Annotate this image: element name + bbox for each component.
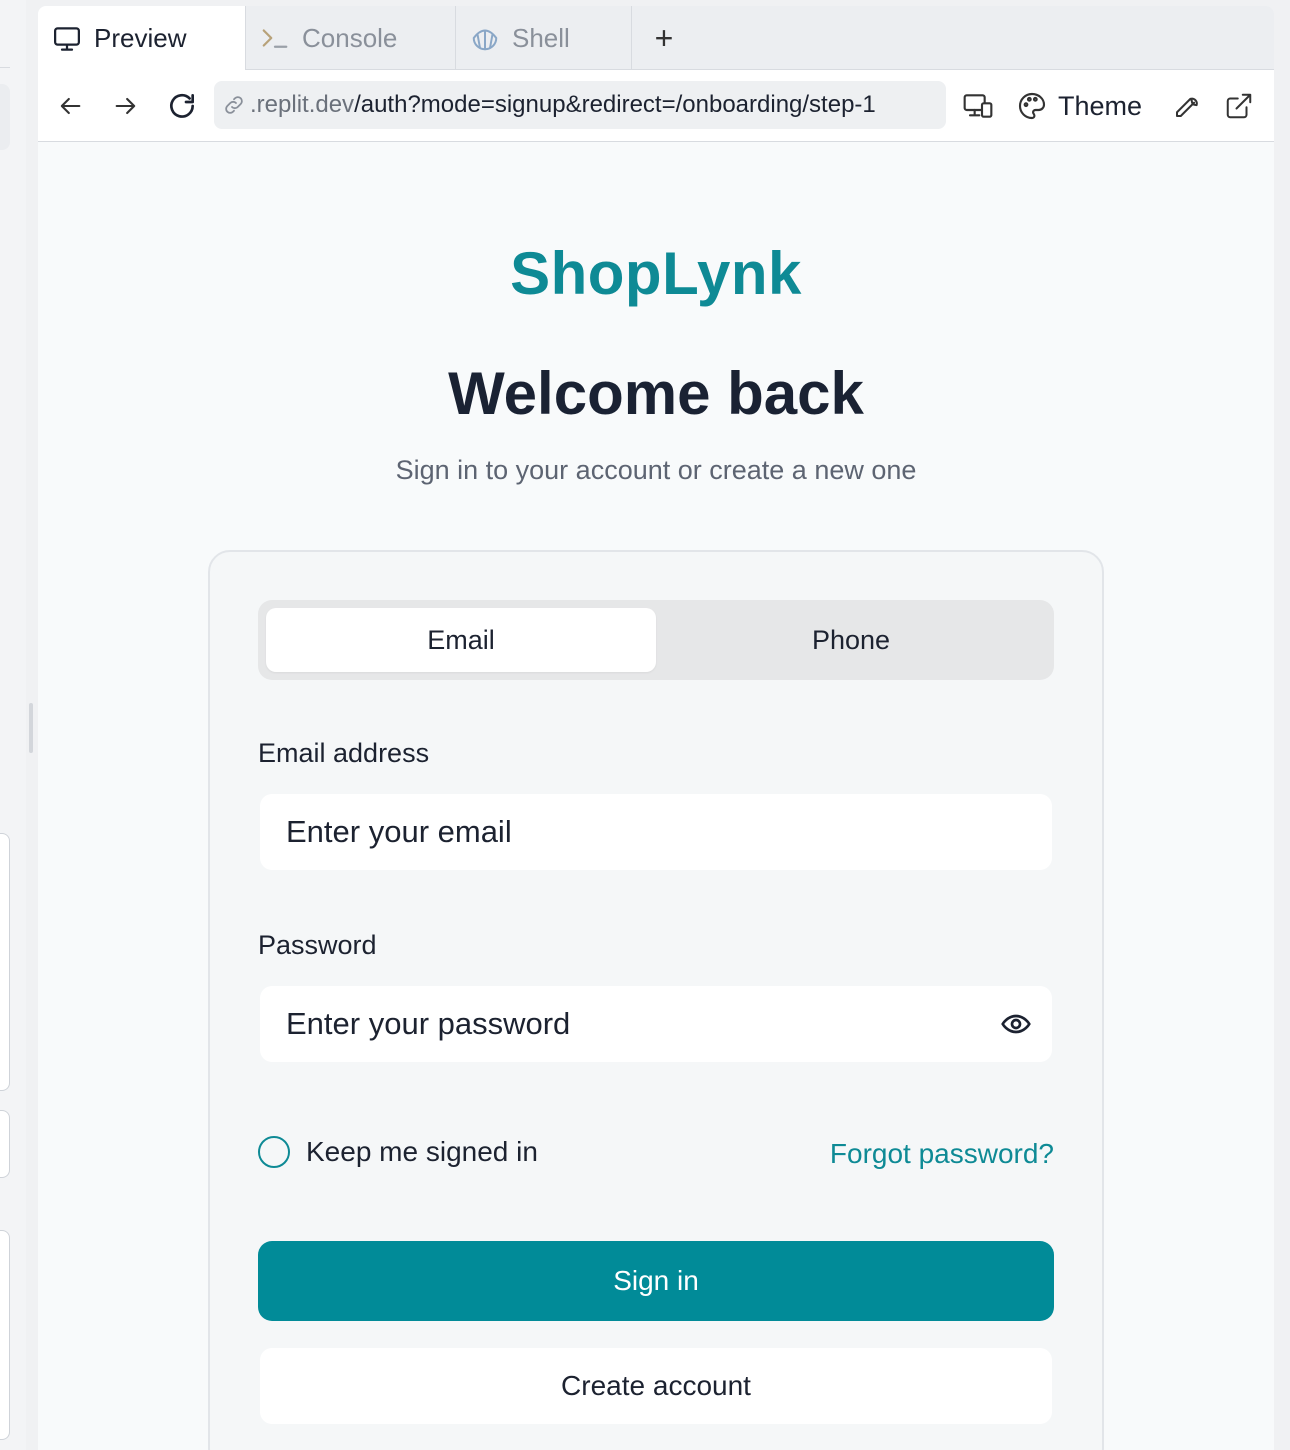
tab-label: Shell bbox=[512, 22, 570, 53]
left-panel-card[interactable] bbox=[0, 1110, 10, 1178]
url-input[interactable]: .replit.dev/auth?mode=signup&redirect=/o… bbox=[214, 81, 946, 129]
keep-signed-in-label: Keep me signed in bbox=[306, 1136, 538, 1167]
tab-label: Preview bbox=[94, 23, 187, 53]
keep-signed-in-checkbox[interactable] bbox=[258, 1136, 290, 1168]
reload-button[interactable] bbox=[164, 88, 200, 124]
left-panel-header bbox=[0, 0, 10, 68]
auth-method-toggle: Email Phone bbox=[258, 600, 1054, 680]
brand-logo: ShopLynk bbox=[510, 240, 802, 307]
create-account-button[interactable]: Create account bbox=[260, 1348, 1052, 1424]
url-toolbar: .replit.dev/auth?mode=signup&redirect=/o… bbox=[38, 70, 1274, 142]
theme-label: Theme bbox=[1058, 90, 1143, 121]
left-panel-item[interactable] bbox=[0, 84, 10, 150]
reload-icon bbox=[170, 93, 194, 118]
external-link-icon bbox=[1226, 93, 1252, 119]
page-subtitle: Sign in to your account or create a new … bbox=[395, 455, 917, 485]
tab-email[interactable]: Email bbox=[266, 608, 656, 672]
tools-button[interactable] bbox=[1172, 88, 1202, 124]
forward-arrow-icon bbox=[115, 97, 136, 115]
shell-icon bbox=[470, 23, 500, 53]
password-label: Password bbox=[258, 930, 377, 960]
panel-resize-handle[interactable] bbox=[29, 703, 33, 753]
tab-label: Console bbox=[302, 22, 398, 53]
page-title: Welcome back bbox=[448, 360, 864, 427]
keep-signed-in[interactable]: Keep me signed in bbox=[258, 1136, 538, 1168]
preview-window: Preview Console Shell + .replit.dev/auth… bbox=[38, 6, 1274, 1450]
password-field[interactable]: Enter your password bbox=[260, 986, 1052, 1062]
left-panel-card[interactable] bbox=[0, 1230, 10, 1440]
devices-button[interactable] bbox=[962, 88, 994, 124]
tab-shell[interactable]: Shell bbox=[456, 6, 632, 70]
back-button[interactable] bbox=[52, 88, 88, 124]
url-host: .replit.dev bbox=[250, 91, 355, 118]
theme-button[interactable]: Theme bbox=[1016, 88, 1142, 124]
palette-icon bbox=[1018, 92, 1046, 120]
monitor-icon bbox=[52, 24, 82, 54]
auth-card: Email Phone Email address Enter your ema… bbox=[208, 550, 1104, 1450]
url-path: /auth?mode=signup&redirect=/onboarding/s… bbox=[354, 91, 876, 118]
open-new-window-button[interactable] bbox=[1224, 88, 1254, 124]
back-arrow-icon bbox=[60, 97, 81, 115]
devices-icon bbox=[963, 94, 993, 118]
forward-button[interactable] bbox=[108, 88, 144, 124]
email-field[interactable]: Enter your email bbox=[260, 794, 1052, 870]
email-placeholder: Enter your email bbox=[286, 814, 512, 849]
link-icon bbox=[222, 93, 246, 117]
tab-bar: Preview Console Shell + bbox=[38, 6, 1274, 71]
forgot-password-link[interactable]: Forgot password? bbox=[830, 1138, 1054, 1170]
password-placeholder: Enter your password bbox=[286, 1006, 571, 1041]
terminal-icon bbox=[260, 23, 290, 53]
preview-content: ShopLynk Welcome back Sign in to your ac… bbox=[38, 143, 1274, 1450]
left-panel-strip bbox=[0, 0, 26, 1450]
left-panel-card[interactable] bbox=[0, 833, 10, 1091]
sign-in-button[interactable]: Sign in bbox=[258, 1241, 1054, 1321]
tab-phone[interactable]: Phone bbox=[656, 608, 1046, 672]
tab-preview[interactable]: Preview bbox=[38, 6, 246, 71]
wrench-icon bbox=[1176, 97, 1198, 117]
tab-console[interactable]: Console bbox=[246, 6, 456, 70]
plus-icon: + bbox=[654, 19, 674, 56]
email-label: Email address bbox=[258, 738, 430, 768]
new-tab-button[interactable]: + bbox=[632, 6, 696, 70]
eye-icon[interactable] bbox=[1000, 1008, 1032, 1040]
